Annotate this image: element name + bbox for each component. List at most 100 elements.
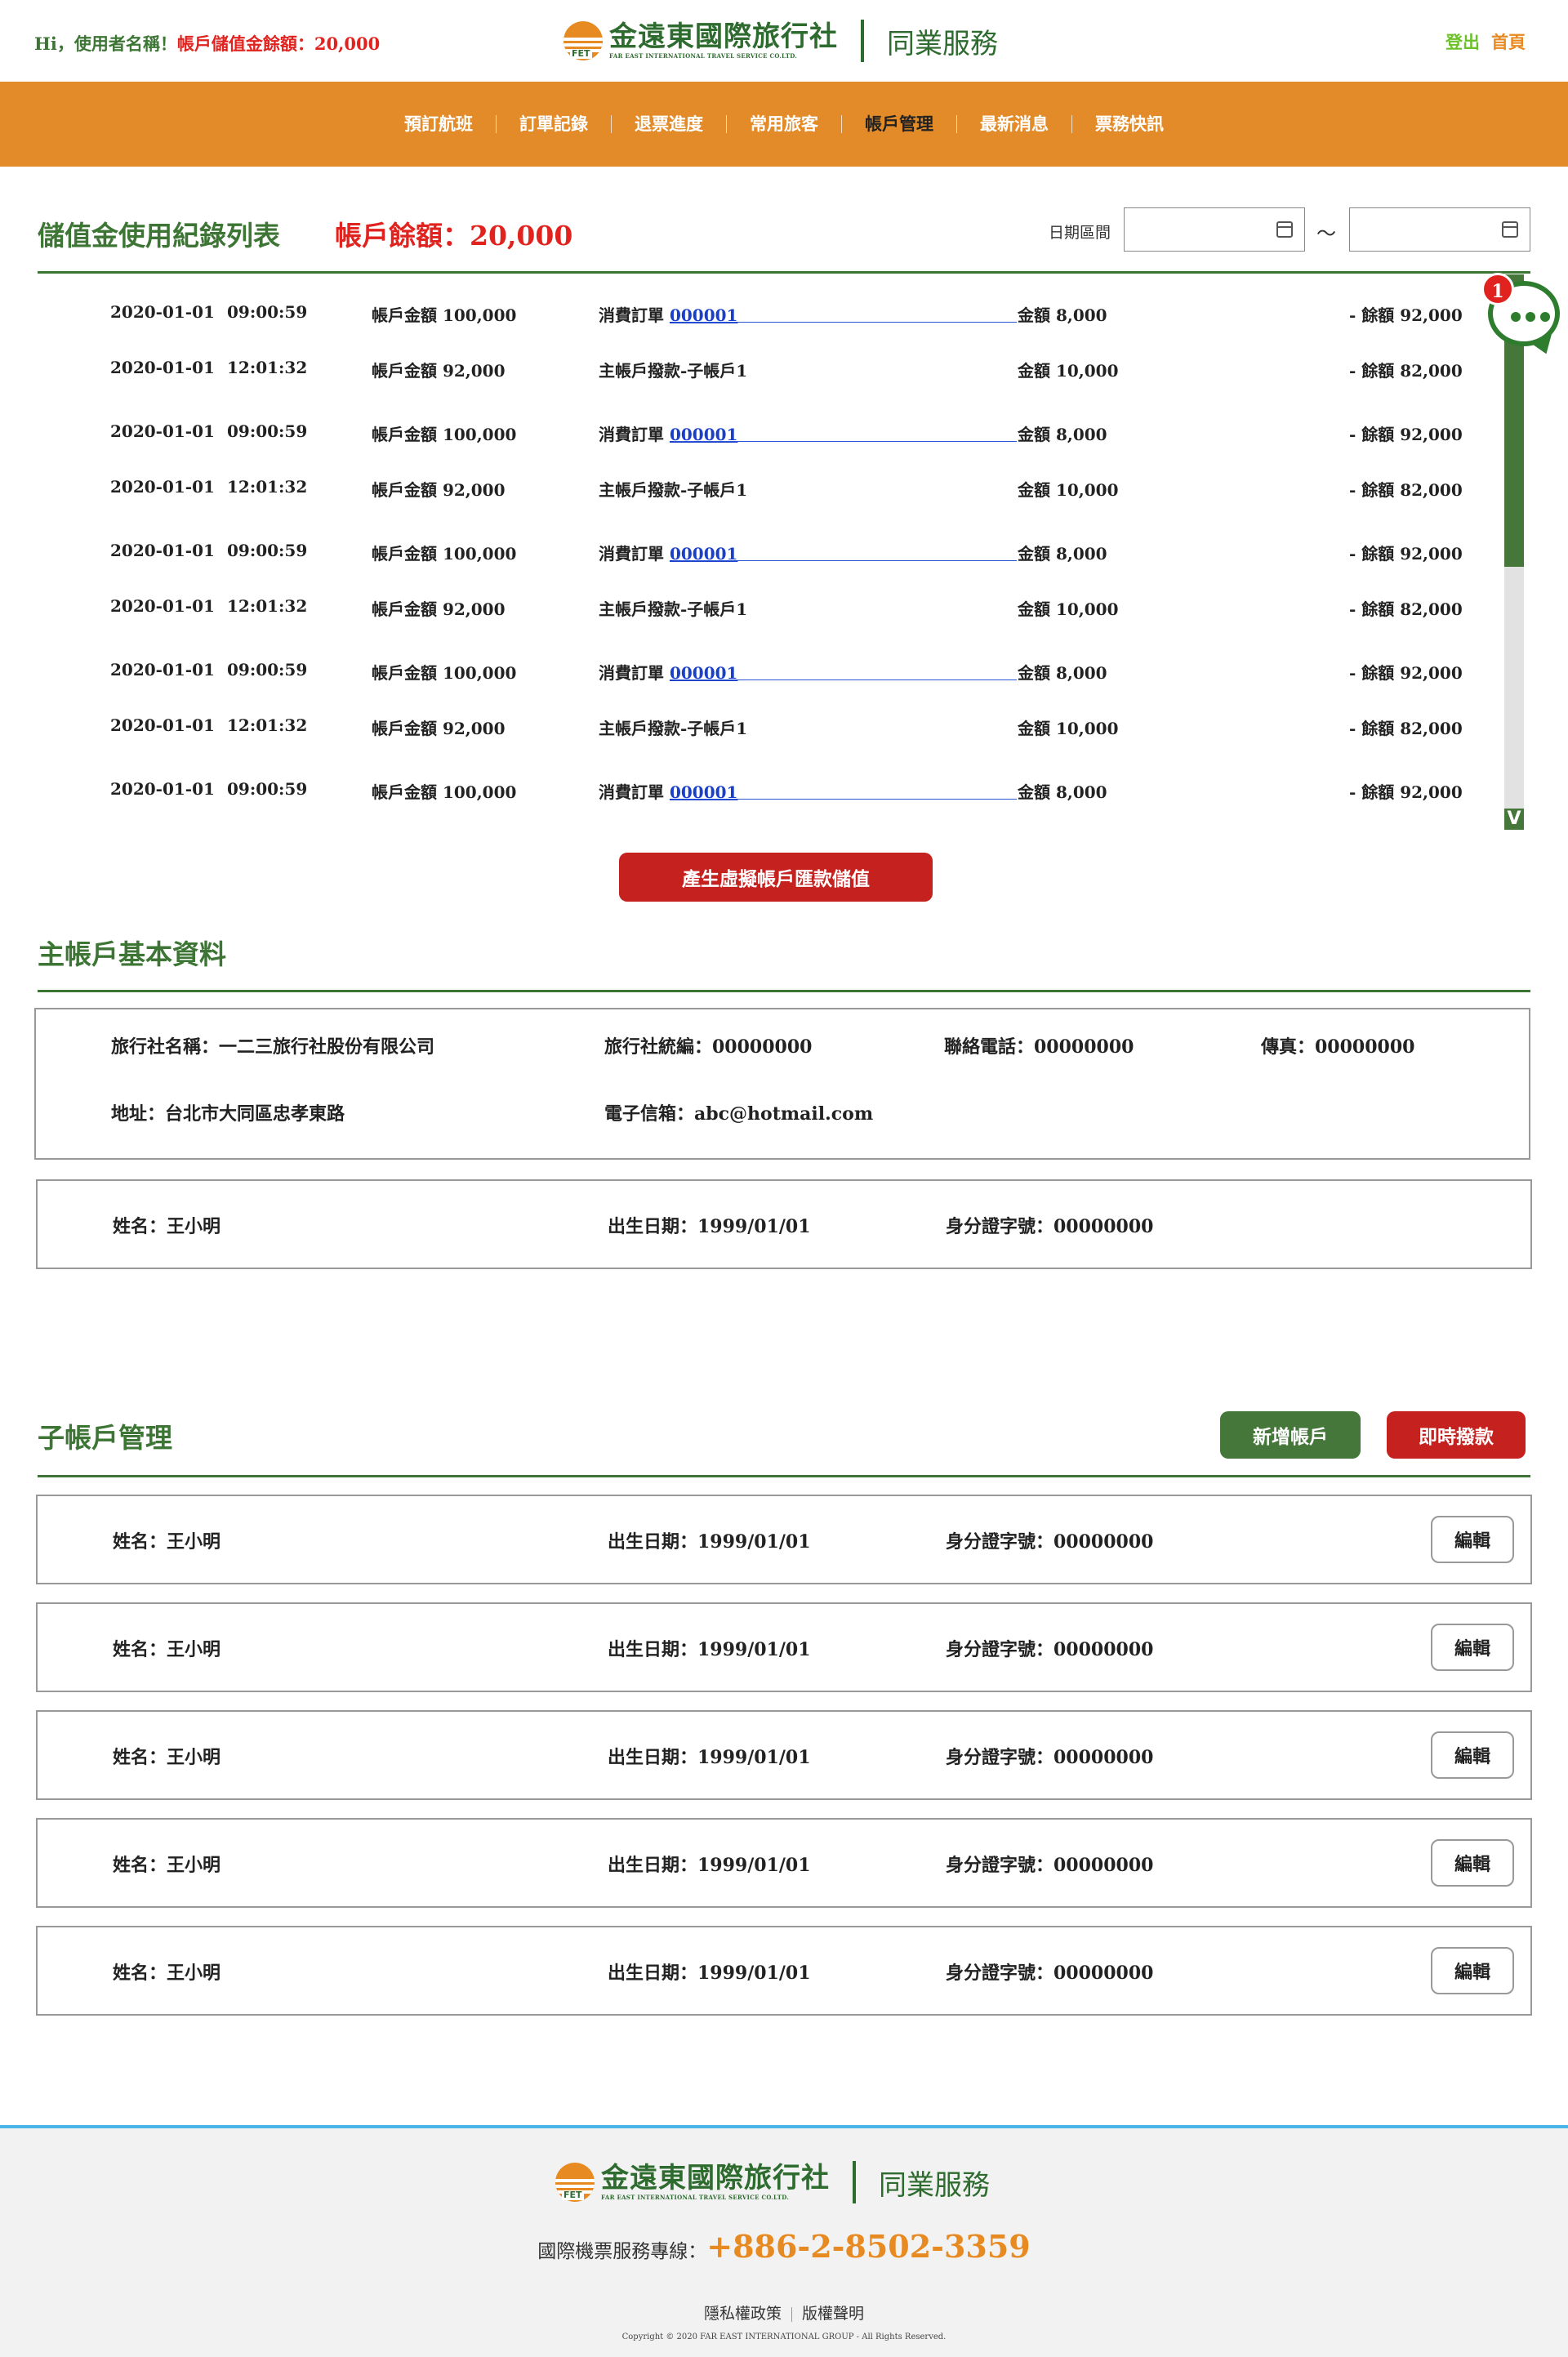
nav-item-refund-progress[interactable]: 退票進度 bbox=[612, 115, 727, 133]
nav-item-frequent-travelers[interactable]: 常用旅客 bbox=[727, 115, 842, 133]
record-date: 2020-01-01 bbox=[110, 660, 215, 679]
record-time: 09:00:59 bbox=[227, 421, 308, 441]
record-remaining: - 餘額 92,000 bbox=[1349, 782, 1463, 802]
record-row: 2020-01-01 12:01:32 帳戶金額 92,000 主帳戶撥款-子帳… bbox=[0, 596, 1486, 621]
agency-address: 地址：台北市大同區忠孝東路 bbox=[111, 1103, 345, 1125]
sub-id: 身分證字號：00000000 bbox=[946, 1963, 1154, 1984]
edit-button[interactable]: 編輯 bbox=[1431, 1731, 1514, 1779]
sub-birth: 出生日期：1999/01/01 bbox=[608, 1747, 811, 1768]
record-amount: 金額 10,000 bbox=[1018, 480, 1119, 500]
record-amount: 金額 10,000 bbox=[1018, 599, 1119, 619]
logo-divider bbox=[853, 2161, 856, 2203]
fet-emblem-icon: FET bbox=[562, 20, 604, 62]
generate-virtual-account-button[interactable]: 產生虛擬帳戶匯款儲值 bbox=[619, 853, 933, 902]
record-row: 2020-01-01 12:01:32 帳戶金額 92,000 主帳戶撥款-子帳… bbox=[0, 358, 1486, 382]
logo-name: 金遠東國際旅行社 bbox=[609, 20, 838, 53]
link-divider bbox=[791, 2306, 792, 2322]
record-row: 2020-01-01 09:00:59 帳戶金額 100,000 消費訂單 00… bbox=[0, 302, 1486, 327]
record-row: 2020-01-01 09:00:59 帳戶金額 100,000 消費訂單 00… bbox=[0, 421, 1486, 446]
top-links: 登出 首頁 bbox=[1446, 29, 1526, 54]
add-account-button[interactable]: 新增帳戶 bbox=[1220, 1411, 1361, 1459]
agency-phone: 聯絡電話：00000000 bbox=[944, 1036, 1134, 1058]
hotline-label: 國際機票服務專線： bbox=[537, 2241, 707, 2262]
header-logo[interactable]: FET 金遠東國際旅行社 FAR EAST INTERNATIONAL TRAV… bbox=[562, 18, 998, 64]
hotline-number[interactable]: +886-2-8502-3359 bbox=[706, 2228, 1030, 2265]
footer-links: 隱私權政策 版權聲明 bbox=[0, 2301, 1568, 2324]
records-title: 儲值金使用紀錄列表 bbox=[38, 220, 280, 252]
agency-fax: 傳真：00000000 bbox=[1261, 1036, 1415, 1058]
record-row: 2020-01-01 09:00:59 帳戶金額 100,000 消費訂單 00… bbox=[0, 779, 1486, 804]
home-link[interactable]: 首頁 bbox=[1491, 33, 1526, 52]
record-time: 09:00:59 bbox=[227, 660, 308, 679]
nav-item-book-flight[interactable]: 預訂航班 bbox=[381, 115, 497, 133]
record-time: 12:01:32 bbox=[227, 358, 308, 377]
record-date: 2020-01-01 bbox=[110, 302, 215, 322]
order-underline bbox=[674, 441, 1017, 442]
edit-button[interactable]: 編輯 bbox=[1431, 1624, 1514, 1671]
sub-id: 身分證字號：00000000 bbox=[946, 1531, 1154, 1553]
record-time: 09:00:59 bbox=[227, 302, 308, 322]
record-remaining: - 餘額 82,000 bbox=[1349, 599, 1463, 619]
edit-button[interactable]: 編輯 bbox=[1431, 1947, 1514, 1994]
footer-logo[interactable]: FET 金遠東國際旅行社 FAR EAST INTERNATIONAL TRAV… bbox=[554, 2159, 990, 2205]
record-amount: 金額 10,000 bbox=[1018, 361, 1119, 381]
record-account-amount: 帳戶金額 92,000 bbox=[372, 361, 506, 381]
record-description: 主帳戶撥款-子帳戶1 bbox=[599, 599, 748, 619]
record-remaining: - 餘額 92,000 bbox=[1349, 425, 1463, 444]
calendar-icon[interactable] bbox=[1502, 221, 1518, 238]
record-amount: 金額 8,000 bbox=[1018, 305, 1107, 325]
record-account-amount: 帳戶金額 92,000 bbox=[372, 480, 506, 500]
chat-button[interactable]: 1 bbox=[1481, 273, 1563, 359]
sub-account-row: 姓名：王小明 出生日期：1999/01/01 身分證字號：00000000 編輯 bbox=[36, 1926, 1532, 2016]
copyright-notice-link[interactable]: 版權聲明 bbox=[802, 2305, 864, 2323]
edit-button[interactable]: 編輯 bbox=[1431, 1839, 1514, 1887]
edit-button[interactable]: 編輯 bbox=[1431, 1516, 1514, 1563]
start-date-input[interactable] bbox=[1124, 207, 1305, 252]
logo-name: 金遠東國際旅行社 bbox=[601, 2162, 830, 2194]
order-underline bbox=[674, 679, 1017, 680]
logo-badge: FET bbox=[570, 48, 592, 59]
greeting-balance: 帳戶儲值金餘額：20,000 bbox=[176, 33, 381, 54]
record-remaining: - 餘額 92,000 bbox=[1349, 663, 1463, 683]
calendar-icon[interactable] bbox=[1276, 221, 1293, 238]
privacy-policy-link[interactable]: 隱私權政策 bbox=[704, 2305, 782, 2323]
record-remaining: - 餘額 82,000 bbox=[1349, 480, 1463, 500]
record-account-amount: 帳戶金額 92,000 bbox=[372, 599, 506, 619]
record-account-amount: 帳戶金額 100,000 bbox=[372, 305, 517, 325]
greeting-user: Hi，使用者名稱！ bbox=[34, 33, 177, 54]
record-amount: 金額 8,000 bbox=[1018, 425, 1107, 444]
order-underline bbox=[674, 799, 1017, 800]
logout-link[interactable]: 登出 bbox=[1446, 33, 1480, 52]
record-time: 09:00:59 bbox=[227, 541, 308, 560]
logo-english: FAR EAST INTERNATIONAL TRAVEL SERVICE CO… bbox=[609, 52, 798, 60]
end-date-input[interactable] bbox=[1349, 207, 1530, 252]
order-underline bbox=[674, 322, 1017, 323]
agency-name: 旅行社名稱：一二三旅行社股份有限公司 bbox=[111, 1036, 435, 1058]
record-time: 12:01:32 bbox=[227, 596, 308, 616]
sub-name: 姓名：王小明 bbox=[113, 1639, 221, 1660]
record-date: 2020-01-01 bbox=[110, 421, 215, 441]
nav-item-ticket-news[interactable]: 票務快訊 bbox=[1072, 115, 1187, 133]
sub-name: 姓名：王小明 bbox=[113, 1747, 221, 1768]
logo-divider bbox=[861, 20, 864, 62]
nav-item-account-management[interactable]: 帳戶管理 bbox=[842, 115, 957, 133]
record-date: 2020-01-01 bbox=[110, 715, 215, 735]
nav-item-order-records[interactable]: 訂單記錄 bbox=[497, 115, 612, 133]
scroll-down-arrow-icon[interactable]: V bbox=[1504, 809, 1524, 830]
record-remaining: - 餘額 92,000 bbox=[1349, 544, 1463, 564]
nav-item-latest-news[interactable]: 最新消息 bbox=[957, 115, 1072, 133]
record-amount: 金額 8,000 bbox=[1018, 663, 1107, 683]
record-date: 2020-01-01 bbox=[110, 596, 215, 616]
records-divider bbox=[38, 271, 1530, 274]
sub-account-row: 姓名：王小明 出生日期：1999/01/01 身分證字號：00000000 編輯 bbox=[36, 1710, 1532, 1800]
record-remaining: - 餘額 92,000 bbox=[1349, 305, 1463, 325]
record-amount: 金額 8,000 bbox=[1018, 782, 1107, 802]
instant-transfer-button[interactable]: 即時撥款 bbox=[1387, 1411, 1526, 1459]
sub-id: 身分證字號：00000000 bbox=[946, 1855, 1154, 1876]
sub-account-row: 姓名：王小明 出生日期：1999/01/01 身分證字號：00000000 編輯 bbox=[36, 1818, 1532, 1908]
record-remaining: - 餘額 82,000 bbox=[1349, 719, 1463, 738]
service-name: 同業服務 bbox=[887, 27, 998, 60]
order-underline bbox=[674, 560, 1017, 561]
record-remaining: - 餘額 82,000 bbox=[1349, 361, 1463, 381]
hotline: 國際機票服務專線：+886-2-8502-3359 bbox=[0, 2228, 1568, 2265]
